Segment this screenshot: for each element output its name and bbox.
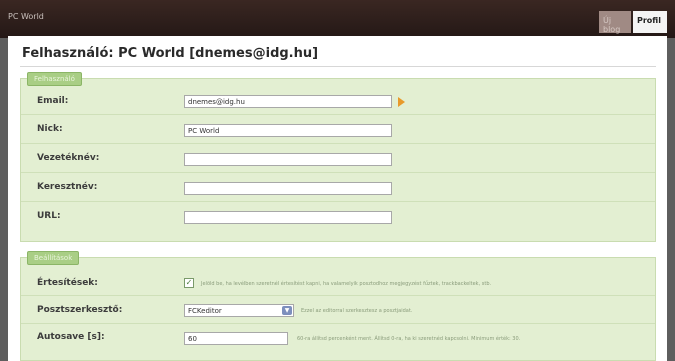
user-legend: Felhasználó — [27, 72, 82, 86]
lastname-row: Vezetéknév: — [21, 144, 655, 173]
user-fieldset: Felhasználó Email: dnemes@idg.hu Nick: P… — [20, 72, 656, 242]
tab-new-blog[interactable]: Új blog — [599, 11, 631, 34]
chevron-down-icon[interactable]: ▼ — [282, 306, 292, 315]
page-title: Felhasználó: PC World [dnemes@idg.hu] — [22, 46, 319, 61]
arrow-right-icon — [398, 97, 405, 107]
email-label: Email: — [37, 96, 69, 106]
settings-legend: Beállítások — [27, 251, 80, 265]
nick-label: Nick: — [37, 124, 63, 134]
url-field[interactable] — [184, 211, 392, 224]
editor-row: Posztszerkesztő: FCKeditor ▼ Ezzel az ed… — [21, 296, 655, 324]
url-row: URL: — [21, 202, 655, 232]
top-bar: PC World Új blog Profil — [0, 0, 675, 38]
autosave-hint: 60-ra állítsd percenként ment. Állítsd 0… — [297, 336, 521, 342]
lastname-field[interactable] — [184, 153, 392, 166]
notifications-label: Értesítések: — [37, 278, 98, 288]
nick-field[interactable]: PC World — [184, 124, 392, 137]
notifications-row: Értesítések: ✓ Jelöld be, ha levélben sz… — [21, 268, 655, 296]
autosave-field[interactable]: 60 — [184, 332, 288, 345]
app-title: PC World — [8, 12, 44, 21]
divider — [20, 66, 656, 67]
editor-label: Posztszerkesztő: — [37, 305, 123, 315]
nick-row: Nick: PC World — [21, 115, 655, 144]
settings-fieldset: Beállítások Értesítések: ✓ Jelöld be, ha… — [20, 251, 656, 361]
tab-profile[interactable]: Profil — [633, 11, 667, 33]
autosave-label: Autosave [s]: — [37, 332, 105, 342]
notifications-hint: Jelöld be, ha levélben szeretnél értesít… — [201, 281, 492, 287]
editor-select[interactable]: FCKeditor ▼ — [184, 304, 294, 317]
lastname-label: Vezetéknév: — [37, 153, 100, 163]
profile-panel: Felhasználó: PC World [dnemes@idg.hu] Fe… — [8, 36, 667, 361]
firstname-row: Keresztnév: — [21, 173, 655, 202]
email-field[interactable]: dnemes@idg.hu — [184, 95, 392, 108]
email-row: Email: dnemes@idg.hu — [21, 87, 655, 115]
autosave-row: Autosave [s]: 60 60-ra állítsd percenkén… — [21, 324, 655, 354]
notifications-checkbox[interactable]: ✓ — [184, 278, 194, 288]
url-label: URL: — [37, 211, 61, 221]
editor-hint: Ezzel az editorral szerkesztesz a posztj… — [301, 308, 413, 314]
editor-select-value: FCKeditor — [188, 307, 222, 315]
firstname-field[interactable] — [184, 182, 392, 195]
firstname-label: Keresztnév: — [37, 182, 98, 192]
